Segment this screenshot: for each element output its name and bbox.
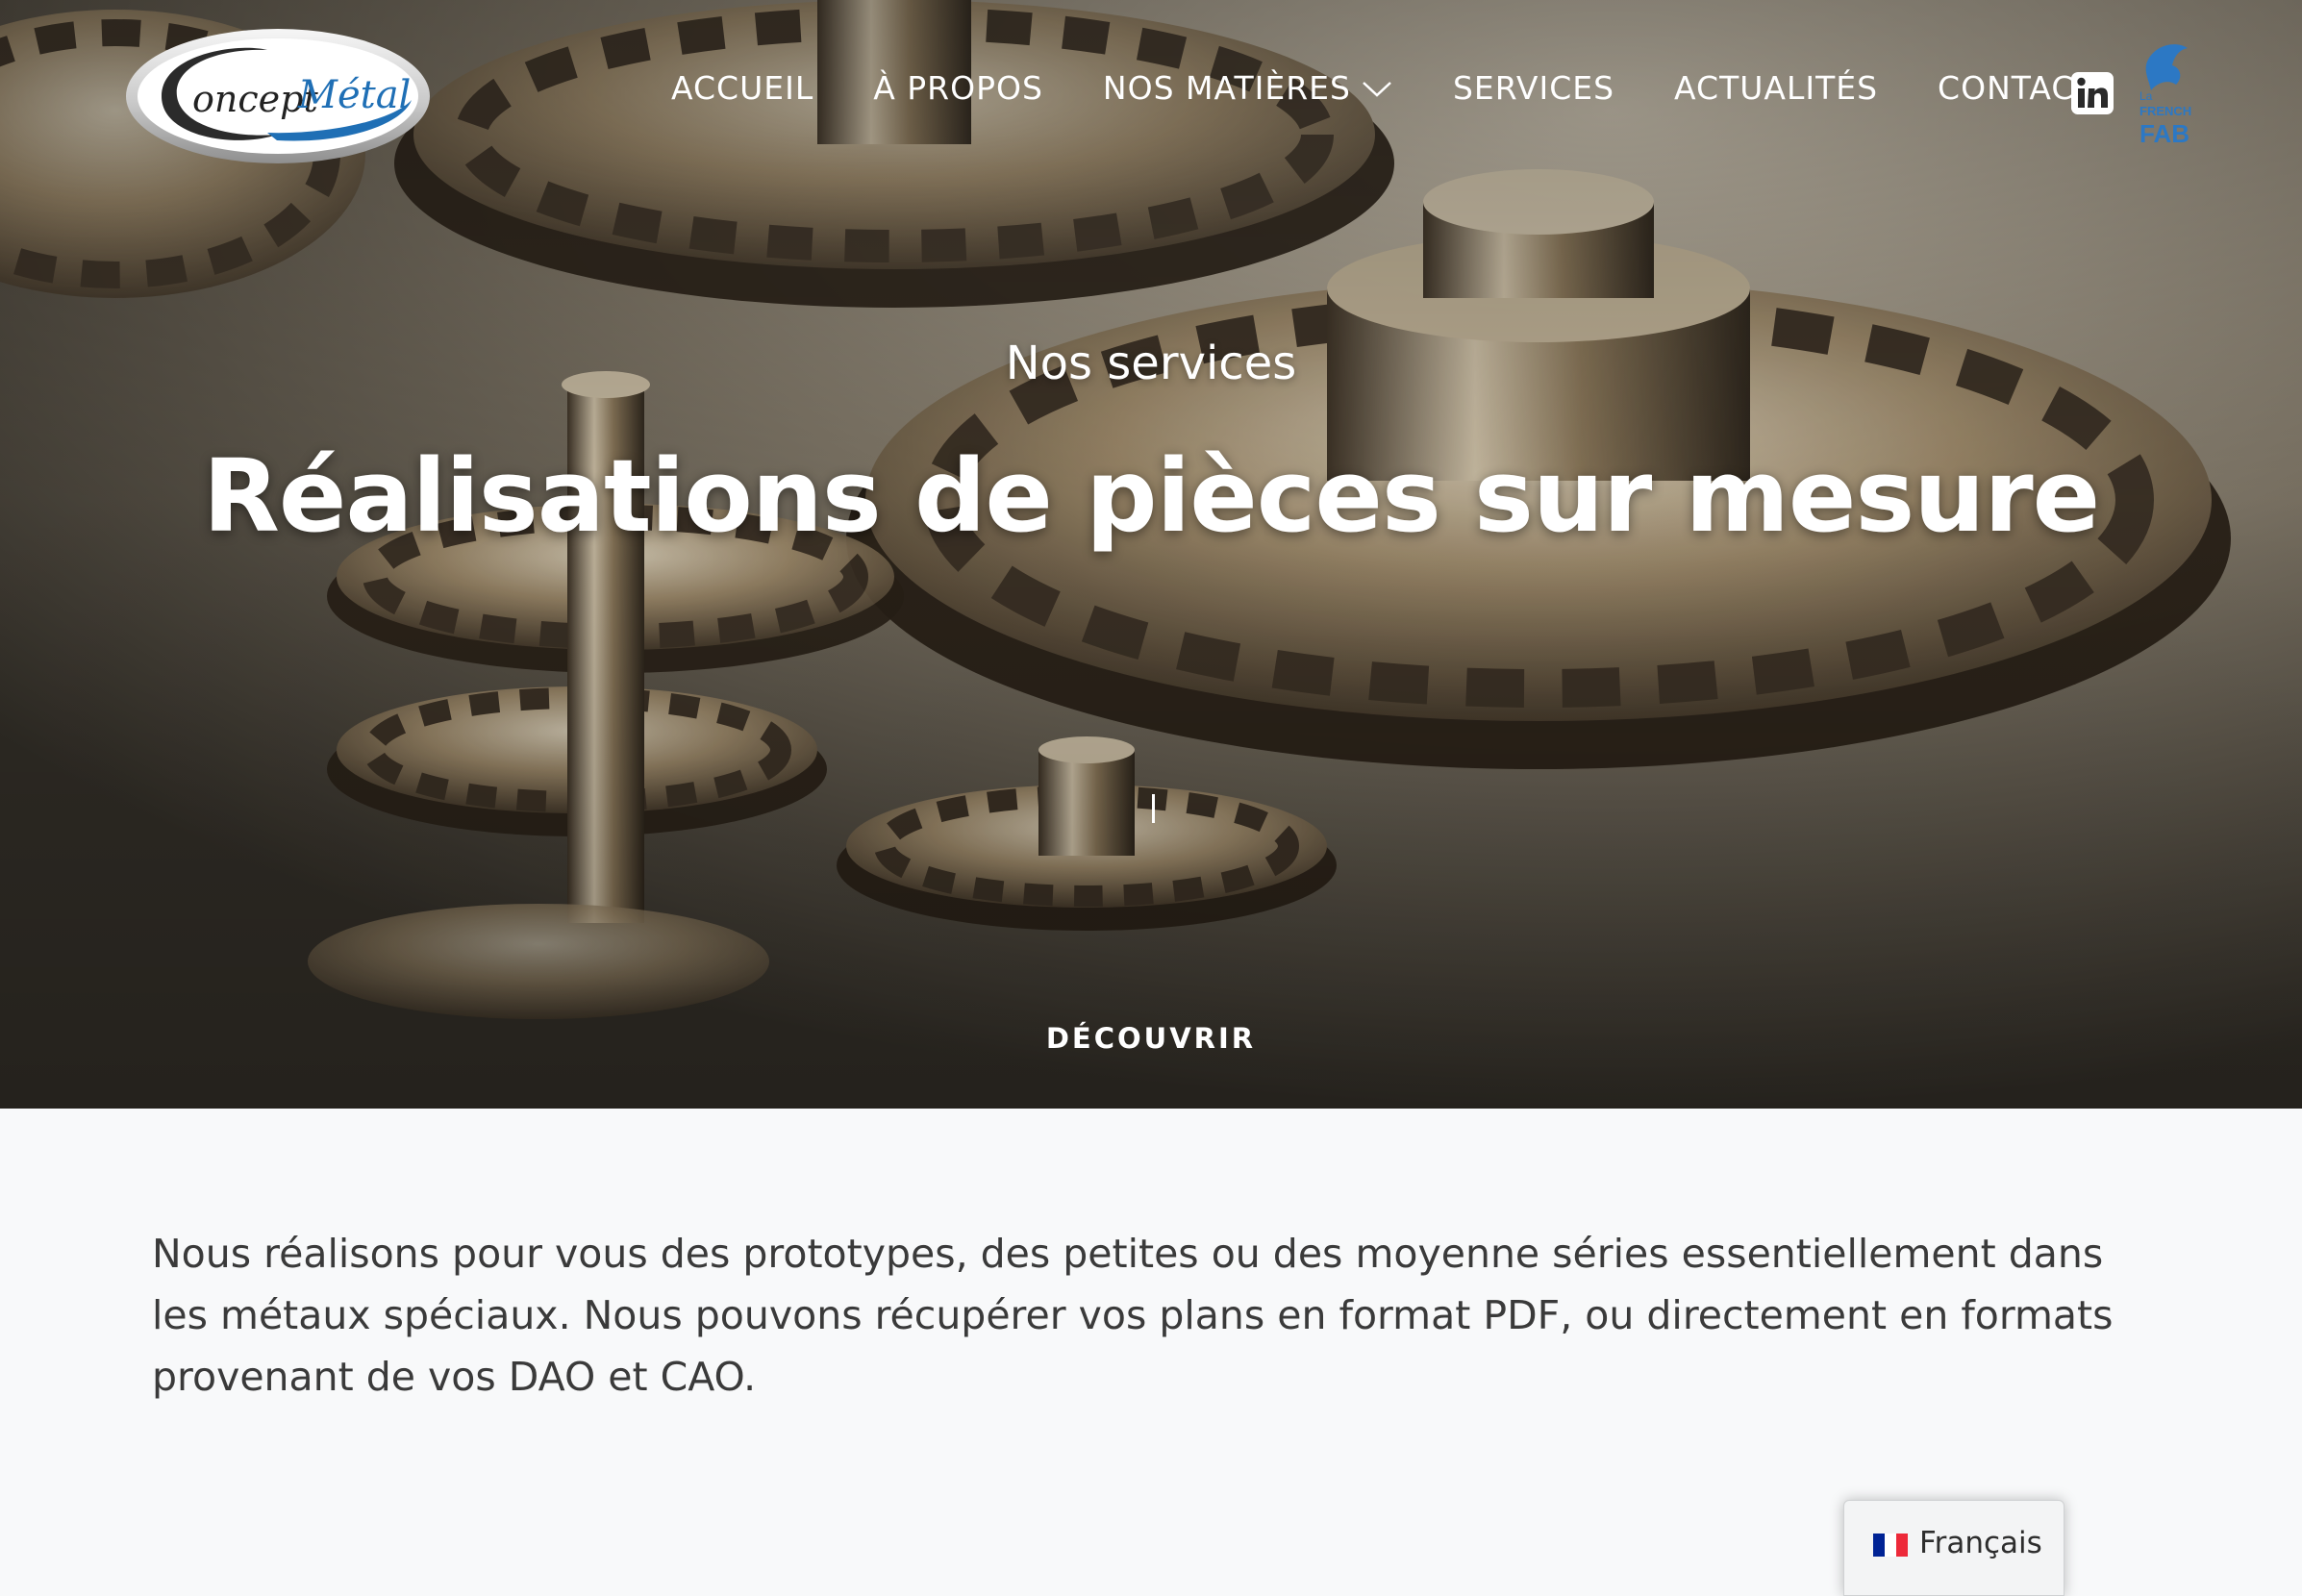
decouvrir-link[interactable]: DÉCOUVRIR xyxy=(0,1022,2302,1055)
nav-a-propos[interactable]: À PROPOS xyxy=(873,69,1043,107)
nav-nos-matieres-label: NOS MATIÈRES xyxy=(1102,69,1351,107)
hero-eyebrow: Nos services xyxy=(1005,337,1297,390)
svg-text:La: La xyxy=(2139,89,2153,103)
french-fab-logo[interactable]: La FRENCH FAB xyxy=(2134,38,2191,152)
svg-text:Métal: Métal xyxy=(297,73,411,117)
linkedin-icon[interactable] xyxy=(2070,71,2114,115)
site-header: oncept Métal ACCUEIL À PROPOS NOS MATIÈR… xyxy=(0,0,2302,192)
nav-a-propos-label: À PROPOS xyxy=(873,69,1043,107)
nav-accueil[interactable]: ACCUEIL xyxy=(671,69,813,107)
language-switcher[interactable]: Français xyxy=(1843,1500,2064,1596)
nav-actualites[interactable]: ACTUALITÉS xyxy=(1674,69,1878,107)
svg-text:FAB: FAB xyxy=(2139,119,2189,148)
hero-divider xyxy=(1152,794,1155,823)
language-label: Français xyxy=(1919,1526,2042,1560)
svg-text:FRENCH: FRENCH xyxy=(2139,104,2191,118)
main-nav: ACCUEIL À PROPOS NOS MATIÈRES SERVICES A… xyxy=(671,69,2095,107)
hero-section: oncept Métal ACCUEIL À PROPOS NOS MATIÈR… xyxy=(0,0,2302,1109)
nav-actualites-label: ACTUALITÉS xyxy=(1674,69,1879,107)
nav-nos-matieres[interactable]: NOS MATIÈRES xyxy=(1103,69,1393,107)
services-intro-paragraph: Nous réalisons pour vous des prototypes,… xyxy=(152,1231,2114,1400)
chevron-down-icon xyxy=(1363,81,1391,97)
nav-services[interactable]: SERVICES xyxy=(1453,69,1614,107)
france-flag-icon xyxy=(1873,1534,1908,1557)
hero-title: Réalisations de pièces sur mesure xyxy=(202,437,2100,555)
nav-accueil-label: ACCUEIL xyxy=(671,69,814,107)
concept-metal-logo[interactable]: oncept Métal xyxy=(123,25,433,167)
nav-services-label: SERVICES xyxy=(1452,69,1615,107)
